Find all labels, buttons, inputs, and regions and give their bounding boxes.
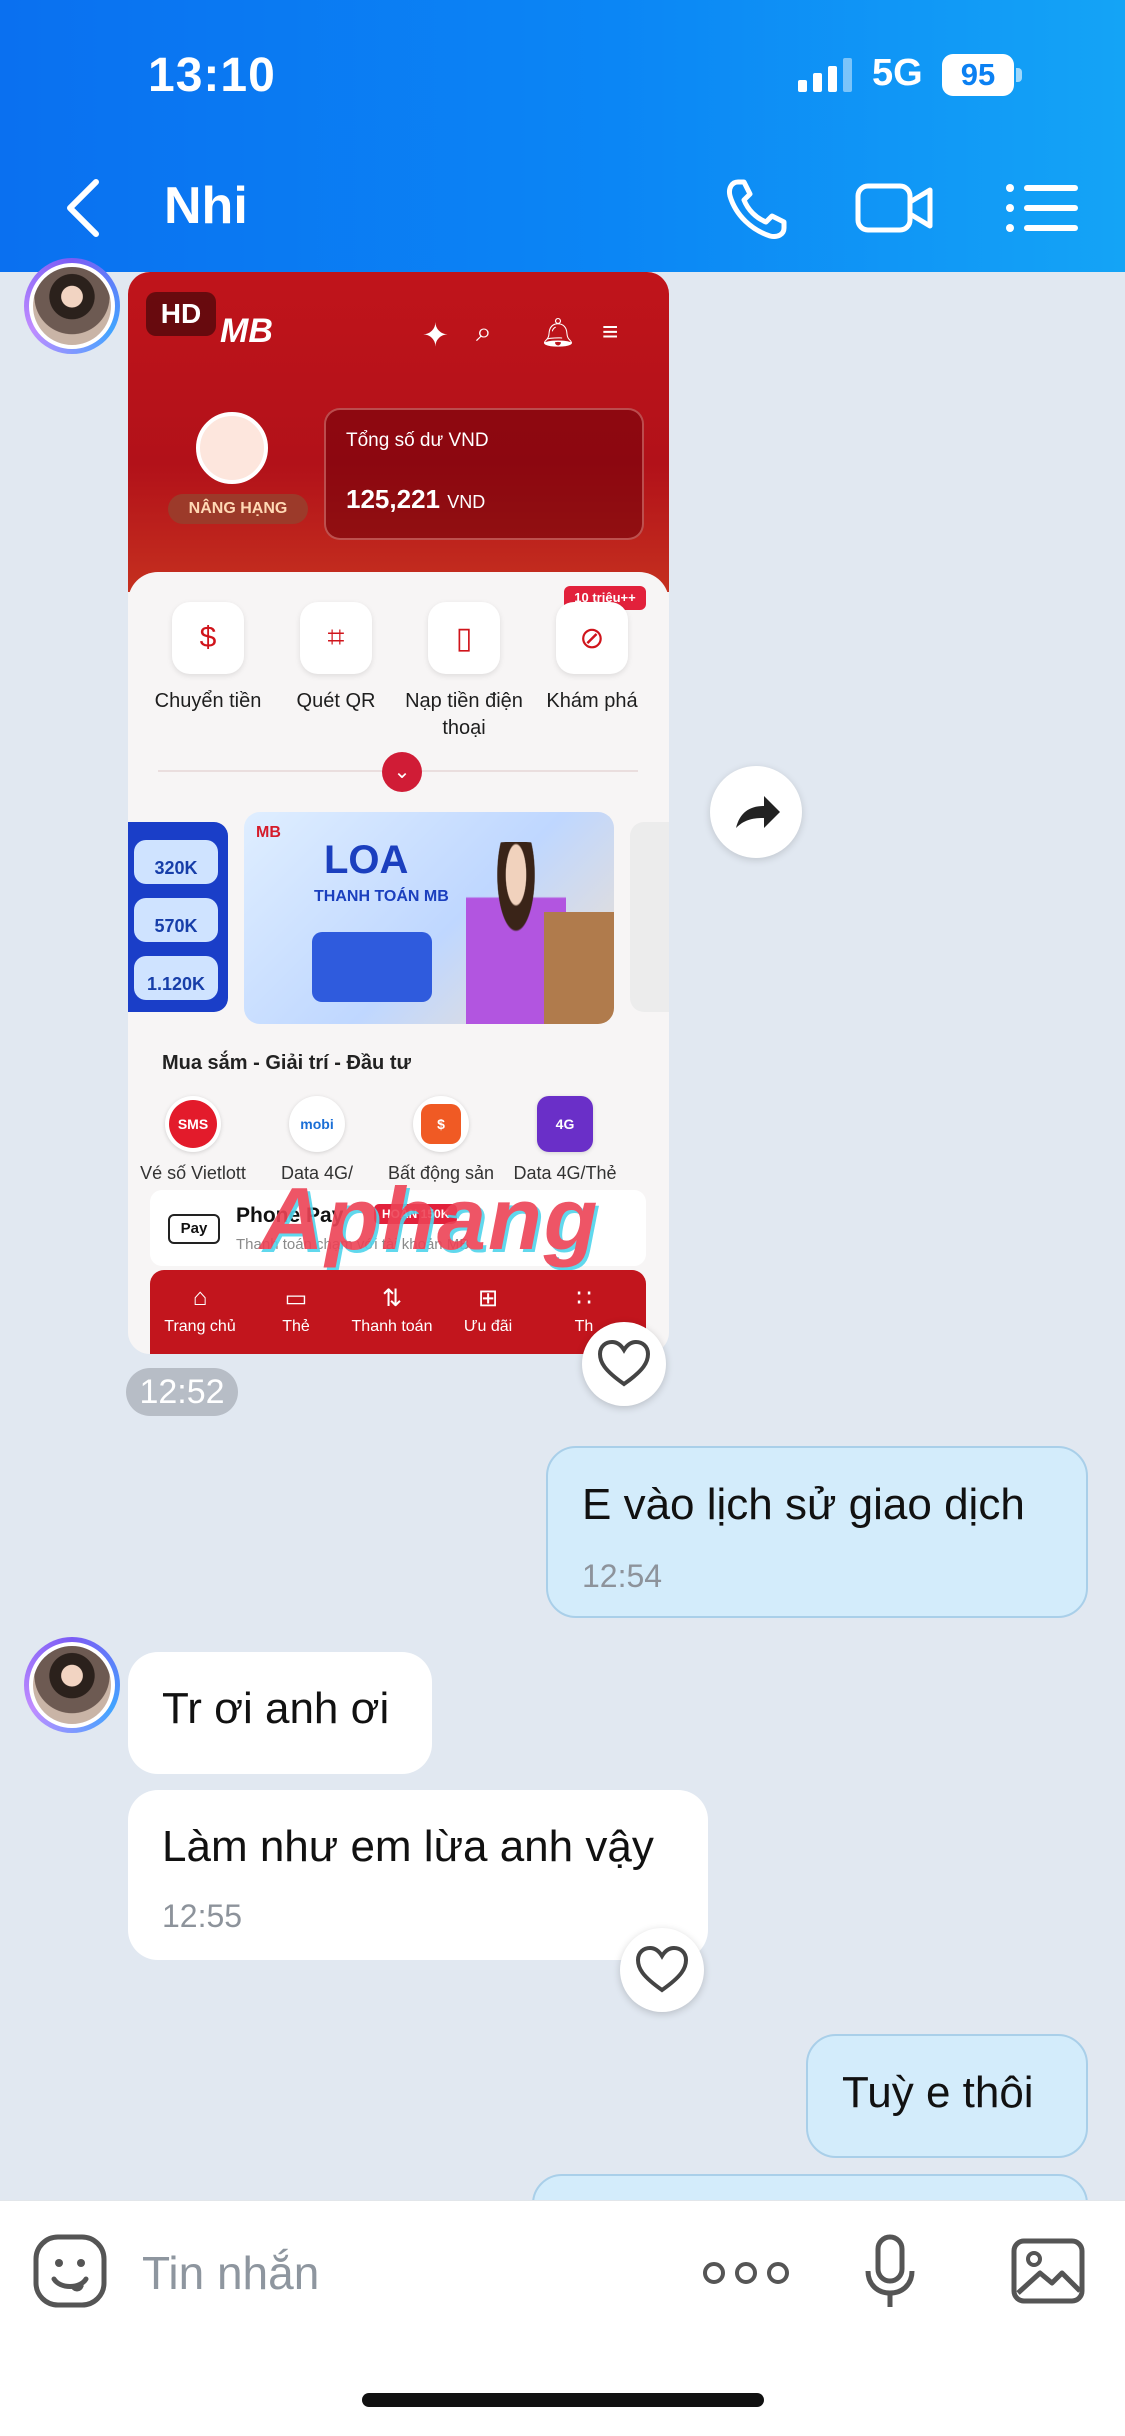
quick-action: ▯ Nạp tiền điện thoại (404, 602, 524, 742)
nav-home: ⌂ Trang chủ (164, 1284, 236, 1335)
message-text: Làm như em lừa anh vậy (162, 1822, 654, 1871)
promo-banner-right (630, 822, 669, 1012)
compass-icon: ⊘ (556, 602, 628, 674)
message-text: Tuỳ e thôi (842, 2068, 1034, 2117)
promo-banner-left: 320K 570K 1.120K (128, 822, 228, 1012)
message-bubble-incoming[interactable]: Làm như em lừa anh vậy 12:55 (128, 1790, 708, 1960)
battery-icon: 95 (942, 54, 1022, 96)
quick-action: $ Chuyển tiền (148, 602, 268, 715)
signal-icon (798, 58, 852, 92)
microphone-icon[interactable] (862, 2233, 918, 2313)
apple-pay-logo: Pay (168, 1214, 220, 1244)
quick-action: ⌗ Quét QR (276, 602, 396, 715)
chevron-down-icon: ⌄ (382, 752, 422, 792)
heart-reaction-button[interactable] (582, 1322, 666, 1406)
transfer-icon: $ (172, 602, 244, 674)
phone-topup-icon: ▯ (428, 602, 500, 674)
service-item: SMS Vé số Vietlott (128, 1096, 258, 1186)
menu-list-icon[interactable] (1000, 168, 1086, 248)
contact-avatar[interactable] (24, 258, 120, 354)
battery-level: 95 (942, 54, 1014, 96)
balance-card: Tổng số dư VND 125,221 VND (324, 408, 644, 540)
message-text: E vào lịch sử giao dịch (582, 1480, 1025, 1529)
promo-banner: MB LOA THANH TOÁN MB (244, 812, 614, 1024)
balance-label: Tổng số dư VND (346, 430, 489, 451)
nav-card: ▭ Thẻ (282, 1285, 310, 1335)
status-time: 13:10 (148, 49, 276, 102)
more-options-icon[interactable] (702, 2253, 790, 2293)
chat-header: 13:10 5G 95 Nhi (0, 0, 1125, 272)
rank-chip: NÂNG HẠNG (168, 494, 308, 524)
network-type: 5G (872, 52, 923, 94)
message-time: 12:54 (582, 1558, 663, 1594)
message-bubble-outgoing[interactable]: Tuỳ e thôi (806, 2034, 1088, 2158)
image-timestamp: 12:52 (126, 1368, 238, 1416)
message-bubble-incoming[interactable]: Tr ơi anh ơi (128, 1652, 432, 1774)
message-input-bar (0, 2200, 1125, 2436)
section-title: Mua sắm - Giải trí - Đầu tư (162, 1052, 411, 1074)
qr-scan-icon: ⌗ (300, 602, 372, 674)
chat-title[interactable]: Nhi (164, 176, 248, 236)
watermark: Aphang (260, 1169, 600, 1268)
menu-icon: ≡ (602, 316, 619, 347)
search-icon: ⌕ (476, 316, 492, 347)
mascot-icon: ✦ (422, 317, 449, 353)
contact-avatar[interactable] (24, 1637, 120, 1733)
emoji-sticker-icon[interactable] (32, 2233, 108, 2309)
gallery-image-icon[interactable] (1010, 2235, 1086, 2307)
video-call-icon[interactable] (852, 168, 938, 248)
user-avatar (196, 412, 268, 484)
nav-offers: ⊞ Ưu đãi (463, 1285, 513, 1335)
heart-reaction-button[interactable] (620, 1928, 704, 2012)
bank-bottom-nav: ⌂ Trang chủ ▭ Thẻ ⇅ Thanh toán ⊞ Ưu đãi ∷ Th (150, 1270, 646, 1354)
bell-icon: 🔔︎ (540, 317, 576, 348)
message-bubble-outgoing[interactable]: E vào lịch sử giao dịch 12:54 (546, 1446, 1088, 1618)
message-input[interactable] (142, 2241, 662, 2305)
bank-logo: MB (220, 312, 273, 350)
message-text: Tr ơi anh ơi (162, 1684, 390, 1733)
back-button[interactable] (60, 168, 108, 248)
balance-amount: 125,221 VND (346, 484, 486, 514)
message-time: 12:55 (162, 1898, 243, 1934)
phone-call-icon[interactable] (716, 168, 802, 248)
quick-action: ⊘ Khám phá (532, 602, 652, 715)
home-indicator (362, 2393, 764, 2407)
hd-badge: HD (146, 292, 216, 336)
forward-button[interactable] (710, 766, 802, 858)
nav-payment: ⇅ Thanh toán (351, 1285, 433, 1335)
